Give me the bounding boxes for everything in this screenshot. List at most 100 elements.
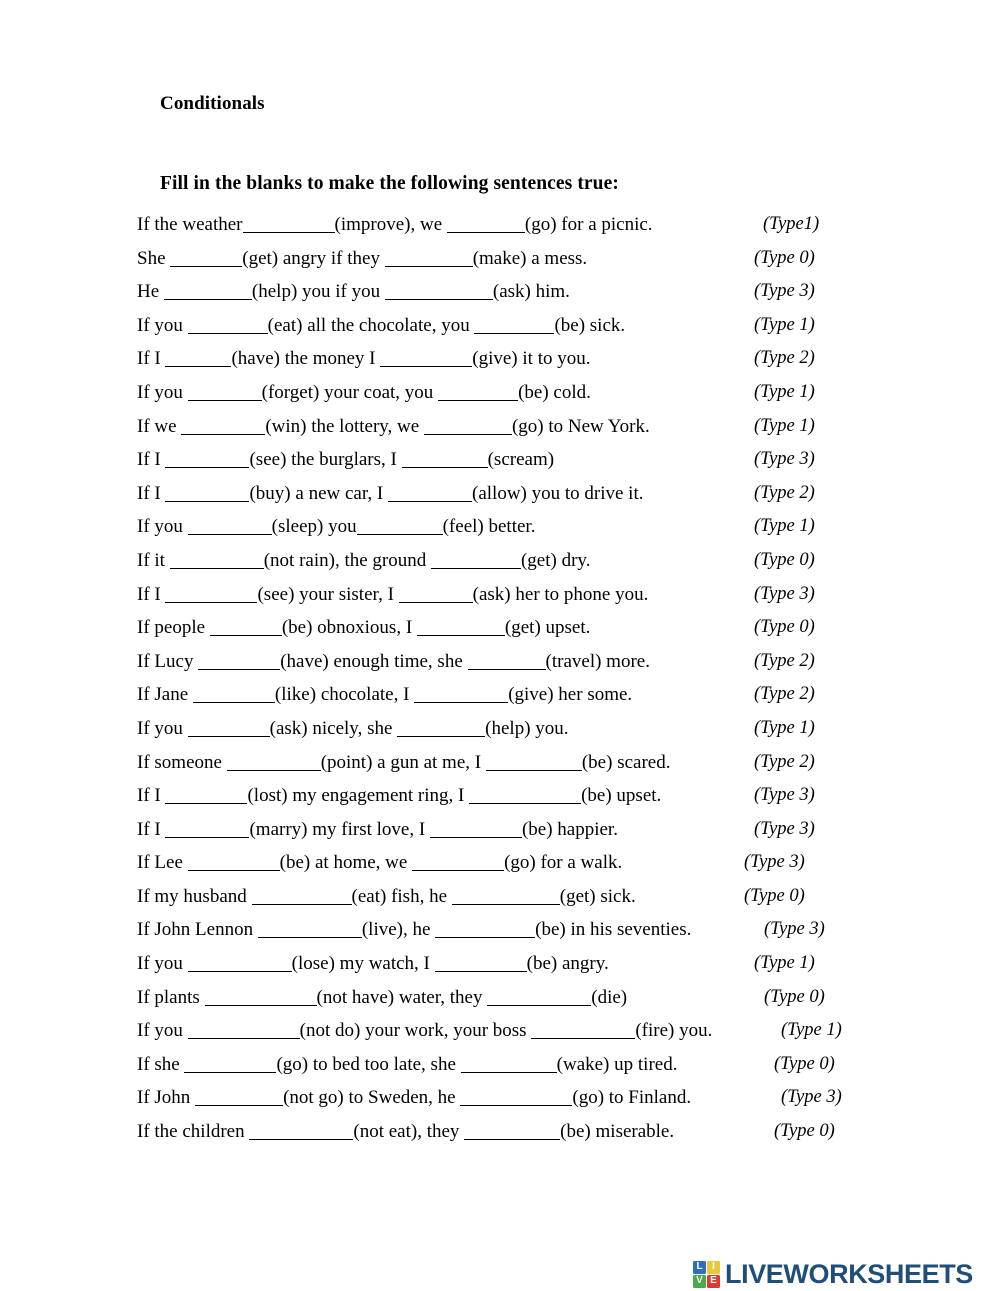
answer-blank[interactable] xyxy=(451,890,560,905)
conditional-type-label: (Type 2) xyxy=(754,751,815,772)
exercise-row: If someone (point) a gun at me, I (be) s… xyxy=(137,746,855,780)
answer-blank[interactable] xyxy=(401,453,488,469)
answer-blank[interactable] xyxy=(209,621,282,637)
answer-blank[interactable] xyxy=(165,789,248,805)
answer-blank[interactable] xyxy=(251,890,352,905)
answer-blank[interactable] xyxy=(165,352,232,368)
conditional-type-label: (Type 3) xyxy=(781,1087,842,1108)
answer-blank[interactable] xyxy=(429,823,522,838)
conditional-type-label: (Type 0) xyxy=(774,1053,835,1074)
exercise-sentence: If you (eat) all the chocolate, you (be)… xyxy=(137,309,625,343)
conditional-type-label: (Type 2) xyxy=(754,348,815,369)
conditional-type-label: (Type 2) xyxy=(754,684,815,705)
answer-blank[interactable] xyxy=(204,991,317,1006)
answer-blank[interactable] xyxy=(195,1091,284,1107)
sentence-segment: (not go) to Sweden, he xyxy=(283,1087,461,1109)
sentence-segment: If people xyxy=(137,617,210,639)
exercise-row: If the children (not eat), they (be) mis… xyxy=(137,1115,855,1149)
answer-blank[interactable] xyxy=(187,386,262,401)
answer-blank[interactable] xyxy=(398,588,473,603)
exercise-row: If I (buy) a new car, I (allow) you to d… xyxy=(137,477,855,511)
logo-tile-v: V xyxy=(693,1274,706,1288)
answer-blank[interactable] xyxy=(460,1058,557,1073)
exercise-row: If you (ask) nicely, she (help) you. (Typ… xyxy=(137,712,855,746)
exercise-row: If people (be) obnoxious, I (get) upset.… xyxy=(137,611,855,645)
sentence-segment: If I xyxy=(137,482,166,504)
conditional-type-label: (Type1) xyxy=(763,214,820,234)
sentence-segment: (be) obnoxious, I xyxy=(281,617,417,639)
conditional-type-label: (Type 2) xyxy=(754,482,815,503)
answer-blank[interactable] xyxy=(249,1125,354,1141)
answer-blank[interactable] xyxy=(356,520,443,536)
answer-blank[interactable] xyxy=(388,487,472,502)
sentence-segment: If I xyxy=(137,785,166,807)
exercise-row: If I (see) the burglars, I (scream) (Type… xyxy=(137,443,855,477)
answer-blank[interactable] xyxy=(384,252,473,267)
answer-blank[interactable] xyxy=(469,789,582,805)
answer-blank[interactable] xyxy=(474,319,555,334)
answer-blank[interactable] xyxy=(464,1125,561,1141)
answer-blank[interactable] xyxy=(165,588,258,603)
answer-blank[interactable] xyxy=(187,957,292,973)
answer-blank[interactable] xyxy=(187,856,280,872)
answer-blank[interactable] xyxy=(226,756,321,771)
logo-tile-i: I xyxy=(707,1260,720,1274)
answer-blank[interactable] xyxy=(435,923,536,939)
instructions-heading: Fill in the blanks to make the following… xyxy=(160,173,619,194)
answer-blank[interactable] xyxy=(165,823,250,838)
answer-blank[interactable] xyxy=(165,487,250,502)
answer-blank[interactable] xyxy=(434,957,527,973)
conditional-type-label: (Type 1) xyxy=(754,516,815,537)
exercise-row: If John (not go) to Sweden, he (go) to F… xyxy=(137,1081,855,1115)
answer-blank[interactable] xyxy=(430,554,521,569)
answer-blank[interactable] xyxy=(460,1091,573,1107)
answer-blank[interactable] xyxy=(397,722,486,737)
answer-blank[interactable] xyxy=(169,554,264,569)
answer-blank[interactable] xyxy=(192,688,275,704)
answer-blank[interactable] xyxy=(187,722,270,737)
answer-blank[interactable] xyxy=(423,420,512,435)
sentence-segment: (ask) him. xyxy=(492,281,570,303)
answer-blank[interactable] xyxy=(380,352,473,368)
sentence-segment: (be) angry. xyxy=(526,953,609,975)
answer-blank[interactable] xyxy=(384,285,493,301)
answer-blank[interactable] xyxy=(414,688,509,704)
conditional-type-label: (Type 3) xyxy=(754,583,815,604)
answer-blank[interactable] xyxy=(170,252,243,267)
answer-blank[interactable] xyxy=(184,1058,277,1073)
answer-blank[interactable] xyxy=(467,655,546,670)
answer-blank[interactable] xyxy=(446,218,525,233)
exercise-sentence: If I (see) the burglars, I (scream) xyxy=(137,443,554,477)
answer-blank[interactable] xyxy=(438,386,519,401)
answer-blank[interactable] xyxy=(487,991,592,1006)
exercise-sentence: If you (sleep) you (feel) better. xyxy=(137,510,535,544)
answer-blank[interactable] xyxy=(181,420,266,435)
answer-blank[interactable] xyxy=(416,621,505,637)
sentence-segment: If John xyxy=(137,1087,196,1109)
answer-blank[interactable] xyxy=(412,856,505,872)
conditional-type-label: (Type 3) xyxy=(754,818,815,839)
sentence-segment: (die) xyxy=(591,986,628,1008)
answer-blank[interactable] xyxy=(163,285,252,301)
sentence-segment: (give) it to you. xyxy=(472,348,591,370)
liveworksheets-wordmark: LIVEWORKSHEETS xyxy=(725,1258,973,1289)
answer-blank[interactable] xyxy=(187,520,272,536)
answer-blank[interactable] xyxy=(165,453,250,469)
exercise-row: She (get) angry if they (make) a mess. (T… xyxy=(137,242,855,276)
sentence-segment: (eat) all the chocolate, you xyxy=(267,314,475,336)
exercise-sentence: If you (ask) nicely, she (help) you. xyxy=(137,712,569,746)
sentence-segment: (have) the money I xyxy=(231,348,381,370)
answer-blank[interactable] xyxy=(531,1024,636,1040)
answer-blank[interactable] xyxy=(485,756,582,771)
exercise-sentence: If I (buy) a new car, I (allow) you to d… xyxy=(137,477,644,511)
sentence-segment: (ask) nicely, she xyxy=(269,717,398,739)
answer-blank[interactable] xyxy=(198,655,281,670)
exercise-sentence: She (get) angry if they (make) a mess. xyxy=(137,242,587,276)
conditional-type-label: (Type 0) xyxy=(774,1121,835,1142)
answer-blank[interactable] xyxy=(257,923,362,939)
sentence-segment: (lose) my watch, I xyxy=(291,953,435,975)
exercise-sentence: If people (be) obnoxious, I (get) upset. xyxy=(137,611,590,645)
answer-blank[interactable] xyxy=(242,218,335,233)
answer-blank[interactable] xyxy=(187,1024,300,1040)
answer-blank[interactable] xyxy=(187,319,268,334)
